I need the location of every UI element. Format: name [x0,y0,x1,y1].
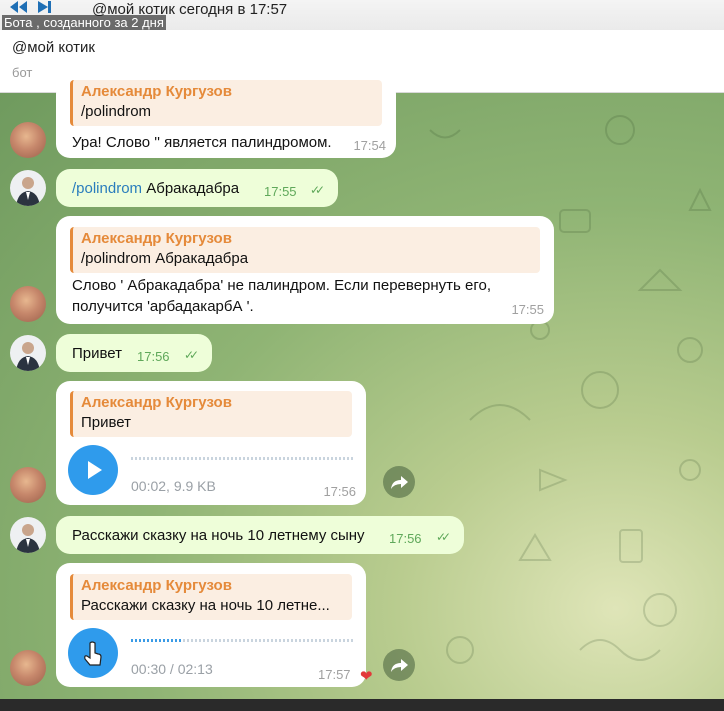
reply-quote[interactable]: Александр Кургузов /polindrom [70,80,382,126]
message-time: 17:55 [264,184,297,199]
read-checks-icon: ✓✓ [184,348,199,362]
media-topbar: @мой котик сегодня в 17:57 Бота , создан… [0,0,724,34]
pause-button[interactable] [68,628,118,678]
play-button[interactable] [68,445,118,495]
reply-text: /polindrom Абракадабра [81,250,249,267]
user-avatar[interactable] [10,170,46,206]
message-text: Привет [72,345,123,362]
reply-author: Александр Кургузов [81,83,232,100]
play-icon [88,461,102,479]
message-bubble-outgoing[interactable]: /polindrom Абракадабра 17:55 ✓✓ [56,169,338,207]
chat-title: @мой котик [12,39,95,56]
reply-author: Александр Кургузов [81,230,232,247]
message-text: Ура! Слово '' является палиндромом. [72,134,332,151]
bot-avatar[interactable] [10,467,46,503]
message-time: 17:56 [137,349,170,364]
message-time: 17:55 [511,302,544,317]
reply-quote[interactable]: Александр Кургузов Расскажи сказку на но… [70,574,352,620]
chat-status: бот [12,65,33,80]
message-bubble-outgoing[interactable]: Расскажи сказку на ночь 10 летнему сыну … [56,516,464,554]
message-text-line2: получится 'арбадакарбА '. [72,298,254,315]
reply-author: Александр Кургузов [81,577,232,594]
message-time: 17:56 [323,484,356,499]
forward-button[interactable] [383,649,415,681]
message-text: Абракадабра [146,180,240,197]
heart-reaction-icon[interactable]: ❤ [360,667,373,685]
audio-duration: 00:02, 9.9 KB [131,478,216,494]
forward-icon [391,659,408,672]
bot-avatar[interactable] [10,286,46,322]
message-time: 17:57 [318,667,351,682]
message-bubble[interactable]: Александр Кургузов /polindrom Абракадабр… [56,216,554,324]
audio-waveform[interactable] [131,457,353,460]
forward-icon [391,476,408,489]
user-avatar[interactable] [10,517,46,553]
user-avatar[interactable] [10,335,46,371]
command-link[interactable]: /polindrom [72,180,142,197]
audio-waveform[interactable] [131,639,353,642]
video-caption: Бота , созданного за 2 дня [2,15,166,30]
message-time: 17:56 [389,531,422,546]
reply-text: Расскажи сказку на ночь 10 летне... [81,597,330,614]
message-time: 17:54 [353,138,386,153]
reply-text: /polindrom [81,103,152,120]
reply-quote[interactable]: Александр Кургузов Привет [70,391,352,437]
bot-avatar[interactable] [10,122,46,158]
read-checks-icon: ✓✓ [436,530,451,544]
reply-author: Александр Кургузов [81,394,232,411]
message-text: Расскажи сказку на ночь 10 летнему сыну [72,527,365,544]
message-text-line1: Слово ' Абракадабра' не палиндром. Если … [72,277,492,294]
voice-message-bubble[interactable]: Александр Кургузов Расскажи сказку на но… [56,563,373,687]
message-text-group: /polindrom Абракадабра [72,178,239,199]
message-bubble[interactable]: Александр Кургузов /polindrom Ура! Слово… [56,80,396,158]
read-checks-icon: ✓✓ [310,183,325,197]
audio-duration: 00:30 / 02:13 [131,661,213,677]
audio-progress [131,639,183,642]
screen-bottom-edge [0,699,724,711]
forward-button[interactable] [383,466,415,498]
message-bubble-outgoing[interactable]: Привет 17:56 ✓✓ [56,334,212,372]
voice-message-bubble[interactable]: Александр Кургузов Привет 00:02, 9.9 KB … [56,381,366,505]
cursor-hand-icon [84,641,102,666]
bot-avatar[interactable] [10,650,46,686]
reply-text: Привет [81,414,132,431]
reply-quote[interactable]: Александр Кургузов /polindrom Абракадабр… [70,227,540,273]
